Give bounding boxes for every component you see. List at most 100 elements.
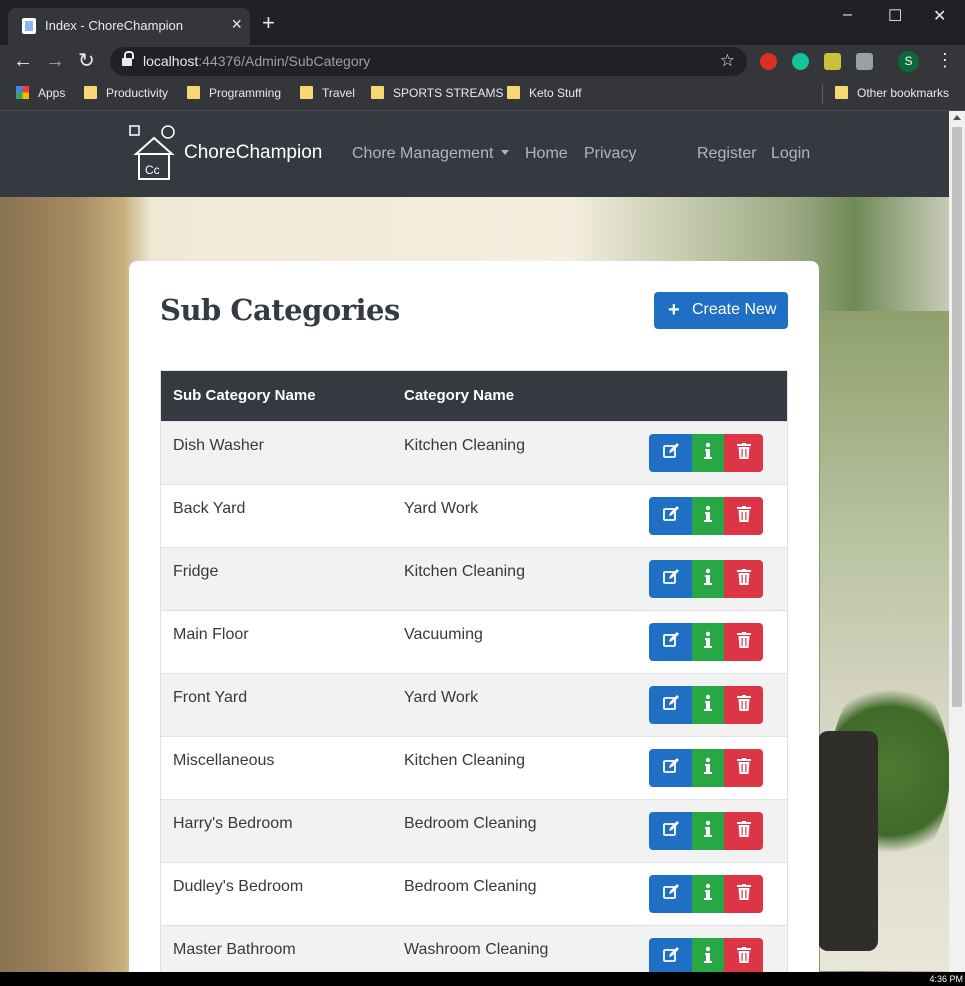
table-row: Harry's Bedroom Bedroom Cleaning (161, 799, 787, 862)
edit-button[interactable] (649, 875, 692, 913)
details-button[interactable] (692, 938, 724, 972)
details-button[interactable] (692, 560, 724, 598)
row-action-buttons (649, 686, 763, 724)
edit-button[interactable] (649, 812, 692, 850)
details-button[interactable] (692, 812, 724, 850)
edit-icon (662, 442, 680, 465)
delete-button[interactable] (724, 875, 763, 913)
delete-button[interactable] (724, 623, 763, 661)
sub-category-cell: Harry's Bedroom (173, 815, 293, 832)
delete-button[interactable] (724, 686, 763, 724)
edit-button[interactable] (649, 623, 692, 661)
scroll-thumb[interactable] (952, 127, 962, 707)
table-row: Master Bathroom Washroom Cleaning (161, 925, 787, 972)
tab-close-icon[interactable]: × (231, 14, 242, 34)
bookmark-label: Other bookmarks (857, 86, 950, 100)
bookmark-label: Keto Stuff (529, 86, 582, 100)
info-icon (703, 883, 713, 906)
edit-icon (662, 694, 680, 717)
extension-adblock-icon[interactable] (760, 53, 777, 70)
edit-button[interactable] (649, 686, 692, 724)
maximize-icon[interactable]: ☐ (888, 6, 902, 26)
plus-icon: + (668, 299, 680, 321)
folder-icon (835, 86, 848, 99)
minimize-icon[interactable]: – (843, 6, 852, 24)
nav-login[interactable]: Login (771, 145, 810, 163)
bookmark-divider (822, 85, 823, 104)
table-header: Sub Category Name Category Name (161, 371, 787, 421)
nav-register[interactable]: Register (697, 145, 757, 163)
edit-icon (662, 946, 680, 969)
new-tab-icon[interactable]: + (262, 12, 275, 34)
details-button[interactable] (692, 749, 724, 787)
details-button[interactable] (692, 686, 724, 724)
sub-category-cell: Dudley's Bedroom (173, 878, 304, 895)
close-window-icon[interactable]: ✕ (933, 6, 946, 26)
bookmark-keto-stuff[interactable]: Keto Stuff (507, 86, 581, 100)
bookmark-travel[interactable]: Travel (300, 86, 355, 100)
extension-image-icon[interactable] (824, 53, 841, 70)
sub-category-cell: Main Floor (173, 626, 249, 643)
delete-button[interactable] (724, 812, 763, 850)
profile-avatar[interactable]: S (898, 51, 919, 72)
url-text: localhost:44376/Admin/SubCategory (143, 53, 370, 69)
extension-grammarly-icon[interactable] (792, 53, 809, 70)
bookmark-sports-streams[interactable]: SPORTS STREAMS (371, 86, 503, 100)
sub-category-cell: Dish Washer (173, 437, 264, 454)
bookmark-other[interactable]: Other bookmarks (835, 86, 949, 100)
details-button[interactable] (692, 623, 724, 661)
row-action-buttons (649, 560, 763, 598)
nav-privacy[interactable]: Privacy (584, 145, 636, 163)
page-scrollbar[interactable] (949, 111, 965, 972)
trash-icon (736, 505, 751, 527)
info-icon (703, 442, 713, 465)
browser-tab[interactable]: Index - ChoreChampion × (8, 8, 250, 45)
trash-icon (736, 694, 751, 716)
trash-icon (736, 568, 751, 590)
browser-menu-icon[interactable]: ⋮ (936, 49, 954, 71)
apps-grid-icon (16, 86, 29, 99)
scroll-up-arrow-icon[interactable] (953, 115, 961, 120)
edit-button[interactable] (649, 434, 692, 472)
details-button[interactable] (692, 875, 724, 913)
trash-icon (736, 883, 751, 905)
extension-download-icon[interactable] (856, 53, 873, 70)
trash-icon (736, 442, 751, 464)
details-button[interactable] (692, 434, 724, 472)
bookmark-apps[interactable]: Apps (16, 86, 65, 100)
forward-icon[interactable]: → (45, 49, 65, 73)
table-row: Main Floor Vacuuming (161, 610, 787, 673)
bookmark-productivity[interactable]: Productivity (84, 86, 168, 100)
back-icon[interactable]: ← (13, 49, 33, 73)
subcategory-table: Sub Category Name Category Name Dish Was… (160, 370, 788, 972)
details-button[interactable] (692, 497, 724, 535)
app-navbar: Cc ChoreChampion Chore Management Home P… (0, 111, 949, 197)
info-icon (703, 757, 713, 780)
nav-home[interactable]: Home (525, 145, 568, 163)
nav-chore-management[interactable]: Chore Management (352, 145, 510, 163)
delete-button[interactable] (724, 434, 763, 472)
edit-icon (662, 757, 680, 780)
edit-button[interactable] (649, 560, 692, 598)
bookmark-label: Programming (209, 86, 282, 100)
edit-button[interactable] (649, 497, 692, 535)
address-bar[interactable]: localhost:44376/Admin/SubCategory ☆ (110, 47, 747, 76)
brand-name[interactable]: ChoreChampion (184, 142, 322, 164)
bookmark-star-icon[interactable]: ☆ (720, 51, 735, 71)
info-icon (703, 820, 713, 843)
house-logo-icon[interactable]: Cc (128, 124, 180, 184)
background-radio-image (818, 731, 878, 951)
info-icon (703, 505, 713, 528)
create-new-button[interactable]: + Create New (654, 292, 788, 329)
row-action-buttons (649, 812, 763, 850)
delete-button[interactable] (724, 497, 763, 535)
edit-button[interactable] (649, 749, 692, 787)
delete-button[interactable] (724, 560, 763, 598)
edit-button[interactable] (649, 938, 692, 972)
delete-button[interactable] (724, 938, 763, 972)
table-row: Dish Washer Kitchen Cleaning (161, 421, 787, 484)
content-card: Sub Categories + Create New Sub Category… (129, 261, 819, 972)
reload-icon[interactable]: ↻ (78, 49, 95, 73)
bookmark-programming[interactable]: Programming (187, 86, 281, 100)
delete-button[interactable] (724, 749, 763, 787)
